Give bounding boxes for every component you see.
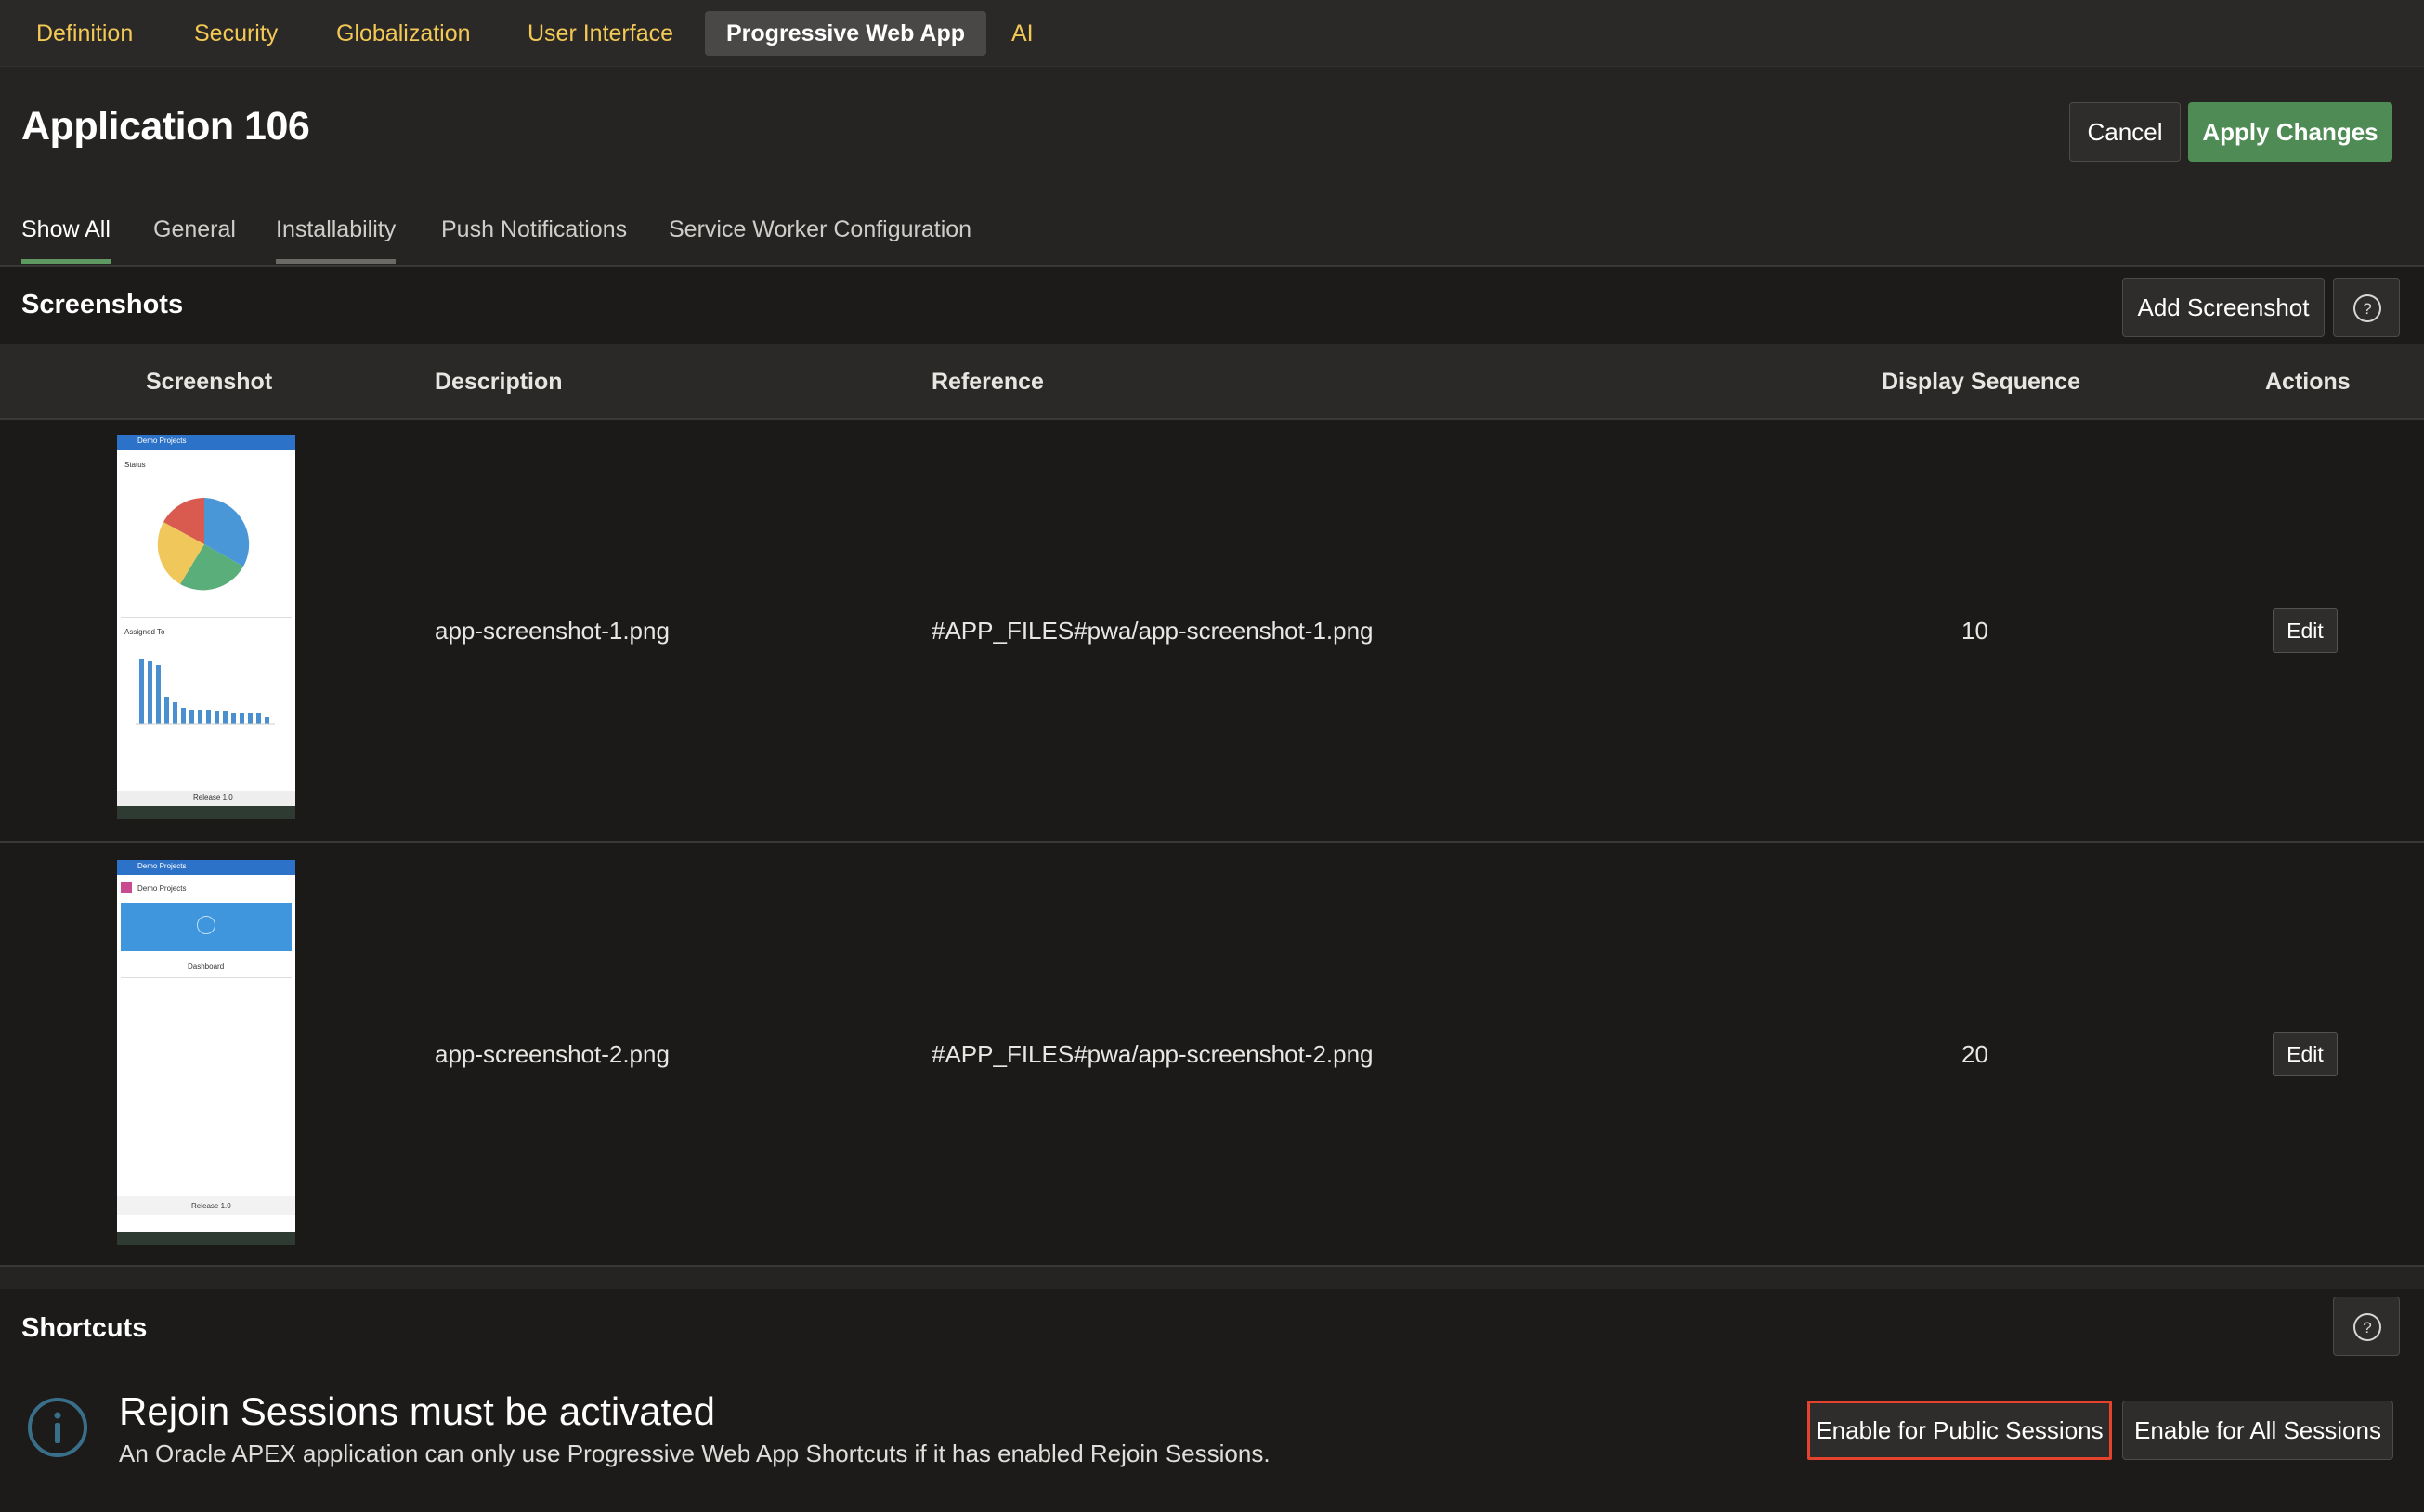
thumb-release-label: Release 1.0 <box>191 1202 231 1210</box>
table-row: Demo Projects Demo Projects Dashboard Re… <box>0 843 2424 1267</box>
display-sequence-cell: 20 <box>1961 1040 1988 1068</box>
tab-ai[interactable]: AI <box>990 11 1055 56</box>
enable-all-sessions-button[interactable]: Enable for All Sessions <box>2122 1401 2393 1460</box>
screenshot-thumbnail[interactable]: Demo Projects Demo Projects Dashboard Re… <box>117 860 295 1245</box>
display-sequence-cell: 10 <box>1961 617 1988 645</box>
subtab-service-worker-configuration[interactable]: Service Worker Configuration <box>669 214 971 264</box>
subtab-show-all[interactable]: Show All <box>21 214 111 264</box>
shortcuts-help-button[interactable]: ? <box>2333 1297 2400 1356</box>
region-tabs: Show All General Installability Push Not… <box>0 206 2424 266</box>
shortcuts-region-title: Shortcuts <box>21 1313 148 1343</box>
screenshots-region-header: Screenshots <box>0 267 2424 344</box>
edit-button[interactable]: Edit <box>2273 608 2338 653</box>
screenshots-help-button[interactable]: ? <box>2333 278 2400 337</box>
description-cell: app-screenshot-2.png <box>435 1040 670 1068</box>
subtab-general[interactable]: General <box>153 214 236 264</box>
column-reference[interactable]: Reference <box>932 344 1044 420</box>
thumb-bar-chart <box>136 659 275 725</box>
subtab-installability[interactable]: Installability <box>276 214 397 264</box>
thumb-app-name: Demo Projects <box>137 862 187 870</box>
tab-definition[interactable]: Definition <box>15 11 154 56</box>
top-navigation: Definition Security Globalization User I… <box>0 0 2424 67</box>
edit-button[interactable]: Edit <box>2273 1032 2338 1076</box>
cancel-button[interactable]: Cancel <box>2069 102 2181 162</box>
apply-changes-button[interactable]: Apply Changes <box>2188 102 2392 162</box>
enable-public-sessions-button[interactable]: Enable for Public Sessions <box>1807 1401 2112 1460</box>
tab-globalization[interactable]: Globalization <box>315 11 492 56</box>
tab-user-interface[interactable]: User Interface <box>506 11 695 56</box>
help-icon: ? <box>2353 1313 2381 1341</box>
thumb-pie-chart <box>157 497 250 591</box>
thumb-assigned-label: Assigned To <box>124 628 165 636</box>
page-title: Application 106 <box>21 104 310 149</box>
thumb-release-label: Release 1.0 <box>193 793 233 802</box>
table-header: Screenshot Description Reference Display… <box>0 344 2424 420</box>
alert-message: An Oracle APEX application can only use … <box>119 1440 1271 1467</box>
svg-text:?: ? <box>2363 1319 2371 1336</box>
reference-cell: #APP_FILES#pwa/app-screenshot-2.png <box>932 1040 1374 1068</box>
reference-cell: #APP_FILES#pwa/app-screenshot-1.png <box>932 617 1374 645</box>
help-icon: ? <box>2353 294 2381 322</box>
thumb-app-name: Demo Projects <box>137 437 187 445</box>
thumb-dashboard-label: Dashboard <box>188 962 225 971</box>
column-screenshot[interactable]: Screenshot <box>146 344 272 420</box>
add-screenshot-button[interactable]: Add Screenshot <box>2122 278 2325 337</box>
alert-title: Rejoin Sessions must be activated <box>119 1389 715 1433</box>
thumb-status-label: Status <box>124 461 146 469</box>
screenshots-region-title: Screenshots <box>21 290 184 319</box>
screenshot-thumbnail[interactable]: Demo Projects Status Assigned To Release… <box>117 435 295 819</box>
column-actions: Actions <box>2265 369 2351 395</box>
table-row: Demo Projects Status Assigned To Release… <box>0 420 2424 843</box>
column-display-sequence[interactable]: Display Sequence <box>1882 344 2080 420</box>
column-description[interactable]: Description <box>435 344 563 420</box>
subtab-push-notifications[interactable]: Push Notifications <box>441 214 627 264</box>
divider <box>0 265 2424 267</box>
thumb-home-title: Demo Projects <box>137 884 187 893</box>
description-cell: app-screenshot-1.png <box>435 617 670 645</box>
tab-security[interactable]: Security <box>173 11 299 56</box>
svg-text:?: ? <box>2363 300 2371 318</box>
tab-progressive-web-app[interactable]: Progressive Web App <box>705 11 987 56</box>
info-icon <box>27 1397 88 1463</box>
